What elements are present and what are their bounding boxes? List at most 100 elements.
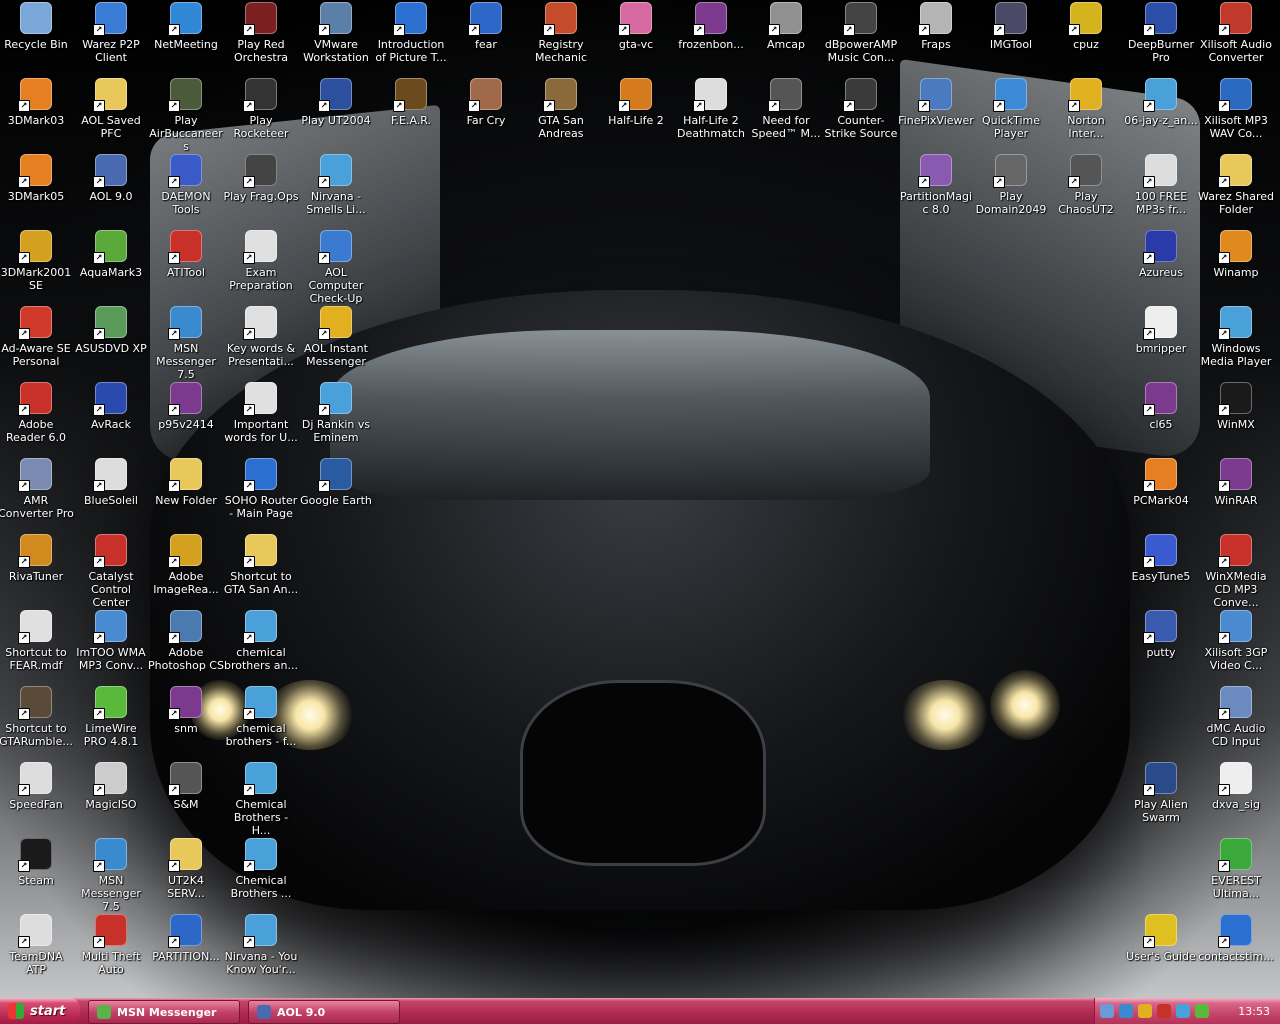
desktop-icon[interactable]: ↗ MSN Messenger 7.5: [148, 306, 224, 381]
taskbar-button-aol[interactable]: AOL 9.0: [248, 1000, 400, 1024]
desktop-icon[interactable]: ↗ EVEREST Ultima...: [1198, 838, 1274, 900]
desktop-icon[interactable]: ↗ gta-vc: [598, 2, 674, 51]
desktop-icon[interactable]: ↗ Play ChaosUT2: [1048, 154, 1124, 216]
desktop-icon[interactable]: ↗ WinMX: [1198, 382, 1274, 431]
desktop-icon[interactable]: ↗ Half-Life 2 Deathmatch: [673, 78, 749, 140]
desktop-icon[interactable]: ↗ AvRack: [73, 382, 149, 431]
desktop-icon[interactable]: ↗ Dj Rankin vs Eminem: [298, 382, 374, 444]
desktop-icon[interactable]: ↗ SOHO Router - Main Page: [223, 458, 299, 520]
desktop-icon[interactable]: ↗ Steam: [0, 838, 74, 887]
taskbar-button-msn-messenger[interactable]: MSN Messenger: [88, 1000, 240, 1024]
desktop-icon[interactable]: ↗ Exam Preparation: [223, 230, 299, 292]
desktop-icon[interactable]: ↗ User's Guide: [1123, 914, 1199, 963]
desktop-icon[interactable]: ↗ Shortcut to GTARumble...: [0, 686, 74, 748]
desktop-icon[interactable]: ↗ Xilisoft MP3 WAV Co...: [1198, 78, 1274, 140]
desktop-icon[interactable]: ↗ AOL Instant Messenger: [298, 306, 374, 368]
desktop-icon[interactable]: ↗ cl65: [1123, 382, 1199, 431]
desktop-icon[interactable]: ↗ FinePixViewer: [898, 78, 974, 127]
desktop-icon[interactable]: ↗ Norton Inter...: [1048, 78, 1124, 140]
desktop-icon[interactable]: Recycle Bin: [0, 2, 74, 51]
desktop-icon[interactable]: ↗ Chemical Brothers ...: [223, 838, 299, 900]
desktop-icon[interactable]: ↗ F.E.A.R.: [373, 78, 449, 127]
desktop-icon[interactable]: ↗ VMware Workstation: [298, 2, 374, 64]
desktop-icon[interactable]: ↗ Play Red Orchestra: [223, 2, 299, 64]
desktop-icon[interactable]: ↗ ATITool: [148, 230, 224, 279]
desktop-icon[interactable]: ↗ DeepBurner Pro: [1123, 2, 1199, 64]
desktop-icon[interactable]: ↗ Play Domain2049: [973, 154, 1049, 216]
desktop-icon[interactable]: ↗ contactstim...: [1198, 914, 1274, 963]
desktop-icon[interactable]: ↗ 3DMark03: [0, 78, 74, 127]
desktop-icon[interactable]: ↗ Windows Media Player: [1198, 306, 1274, 368]
desktop-icon[interactable]: ↗ Warez P2P Client: [73, 2, 149, 64]
desktop-icon[interactable]: ↗ UT2K4 SERV...: [148, 838, 224, 900]
desktop-icon[interactable]: ↗ LimeWire PRO 4.8.1: [73, 686, 149, 748]
desktop-icon[interactable]: ↗ Key words & Presentati...: [223, 306, 299, 368]
desktop-icon[interactable]: ↗ Play AirBuccaneers: [148, 78, 224, 153]
desktop-icon[interactable]: ↗ Far Cry: [448, 78, 524, 127]
desktop-icon[interactable]: ↗ frozenbon...: [673, 2, 749, 51]
desktop-icon[interactable]: ↗ Multi Theft Auto: [73, 914, 149, 976]
desktop-icon[interactable]: ↗ Need for Speed™ M...: [748, 78, 824, 140]
desktop-icon[interactable]: ↗ chemical brothers an...: [223, 610, 299, 672]
desktop-icon[interactable]: ↗ Shortcut to GTA San An...: [223, 534, 299, 596]
desktop-icon[interactable]: ↗ Play Frag.Ops: [223, 154, 299, 203]
desktop-icon[interactable]: ↗ Adobe Reader 6.0: [0, 382, 74, 444]
desktop-icon[interactable]: ↗ Play Alien Swarm: [1123, 762, 1199, 824]
desktop-icon[interactable]: ↗ dMC Audio CD Input: [1198, 686, 1274, 748]
desktop-icon[interactable]: ↗ Adobe Photoshop CS: [148, 610, 224, 672]
desktop-icon[interactable]: ↗ Counter-Strike Source: [823, 78, 899, 140]
desktop-icon[interactable]: ↗ MagicISO: [73, 762, 149, 811]
desktop-icon[interactable]: ↗ AquaMark3: [73, 230, 149, 279]
desktop-icon[interactable]: ↗ Amcap: [748, 2, 824, 51]
desktop-icon[interactable]: ↗ 06-jay-z_an...: [1123, 78, 1199, 127]
desktop-icon[interactable]: ↗ Half-Life 2: [598, 78, 674, 127]
desktop-icon[interactable]: ↗ Nirvana - You Know You'r...: [223, 914, 299, 976]
desktop-icon[interactable]: ↗ bmripper: [1123, 306, 1199, 355]
desktop-icon[interactable]: ↗ DAEMON Tools: [148, 154, 224, 216]
desktop-icon[interactable]: ↗ Play Rocketeer: [223, 78, 299, 140]
desktop-icon[interactable]: ↗ Chemical Brothers - H...: [223, 762, 299, 837]
desktop-icon[interactable]: ↗ snm: [148, 686, 224, 735]
desktop-icon[interactable]: ↗ Winamp: [1198, 230, 1274, 279]
desktop-icon[interactable]: ↗ cpuz: [1048, 2, 1124, 51]
desktop-icon[interactable]: ↗ Azureus: [1123, 230, 1199, 279]
desktop-icon[interactable]: ↗ Xilisoft 3GP Video C...: [1198, 610, 1274, 672]
desktop-icon[interactable]: ↗ Fraps: [898, 2, 974, 51]
desktop-icon[interactable]: ↗ 3DMark2001 SE: [0, 230, 74, 292]
desktop-icon[interactable]: ↗ Play UT2004: [298, 78, 374, 127]
desktop-icon[interactable]: ↗ Catalyst Control Center: [73, 534, 149, 609]
desktop-icon[interactable]: ↗ AOL 9.0: [73, 154, 149, 203]
desktop-icon[interactable]: ↗ Warez Shared Folder: [1198, 154, 1274, 216]
volume-icon[interactable]: [1176, 1004, 1190, 1018]
desktop-icon[interactable]: ↗ PartitionMagic 8.0: [898, 154, 974, 216]
desktop-icon[interactable]: ↗ Introduction of Picture T...: [373, 2, 449, 64]
security-tray-icon[interactable]: [1195, 1004, 1209, 1018]
desktop-icon[interactable]: ↗ WinXMedia CD MP3 Conve...: [1198, 534, 1274, 609]
desktop-icon[interactable]: ↗ Important words for U...: [223, 382, 299, 444]
desktop-icon[interactable]: ↗ PARTITION...: [148, 914, 224, 963]
start-button[interactable]: start: [0, 998, 80, 1024]
desktop-icon[interactable]: ↗ GTA San Andreas: [523, 78, 599, 140]
desktop-icon[interactable]: ↗ WinRAR: [1198, 458, 1274, 507]
desktop-icon[interactable]: ↗ BlueSoleil: [73, 458, 149, 507]
desktop-icon[interactable]: ↗ MSN Messenger 7.5: [73, 838, 149, 913]
desktop-icon[interactable]: ↗ AOL Saved PFC: [73, 78, 149, 140]
desktop-icon[interactable]: ↗ fear: [448, 2, 524, 51]
desktop-icon[interactable]: ↗ 3DMark05: [0, 154, 74, 203]
desktop-icon[interactable]: ↗ dBpowerAMP Music Con...: [823, 2, 899, 64]
desktop-icon[interactable]: ↗ ASUSDVD XP: [73, 306, 149, 355]
msn-tray-icon[interactable]: [1119, 1004, 1133, 1018]
desktop-icon[interactable]: ↗ QuickTime Player: [973, 78, 1049, 140]
clock[interactable]: 13:53: [1238, 1005, 1270, 1018]
network-icon[interactable]: [1100, 1004, 1114, 1018]
desktop-icon[interactable]: ↗ Ad-Aware SE Personal: [0, 306, 74, 368]
desktop-icon[interactable]: ↗ Nirvana - Smells Li...: [298, 154, 374, 216]
desktop-icon[interactable]: ↗ S&M: [148, 762, 224, 811]
desktop-icon[interactable]: ↗ PCMark04: [1123, 458, 1199, 507]
desktop-icon[interactable]: ↗ NetMeeting: [148, 2, 224, 51]
desktop-icon[interactable]: ↗ EasyTune5: [1123, 534, 1199, 583]
desktop-icon[interactable]: ↗ New Folder: [148, 458, 224, 507]
desktop-icon[interactable]: ↗ AOL Computer Check-Up: [298, 230, 374, 305]
desktop-icon[interactable]: ↗ SpeedFan: [0, 762, 74, 811]
desktop-icon[interactable]: ↗ putty: [1123, 610, 1199, 659]
